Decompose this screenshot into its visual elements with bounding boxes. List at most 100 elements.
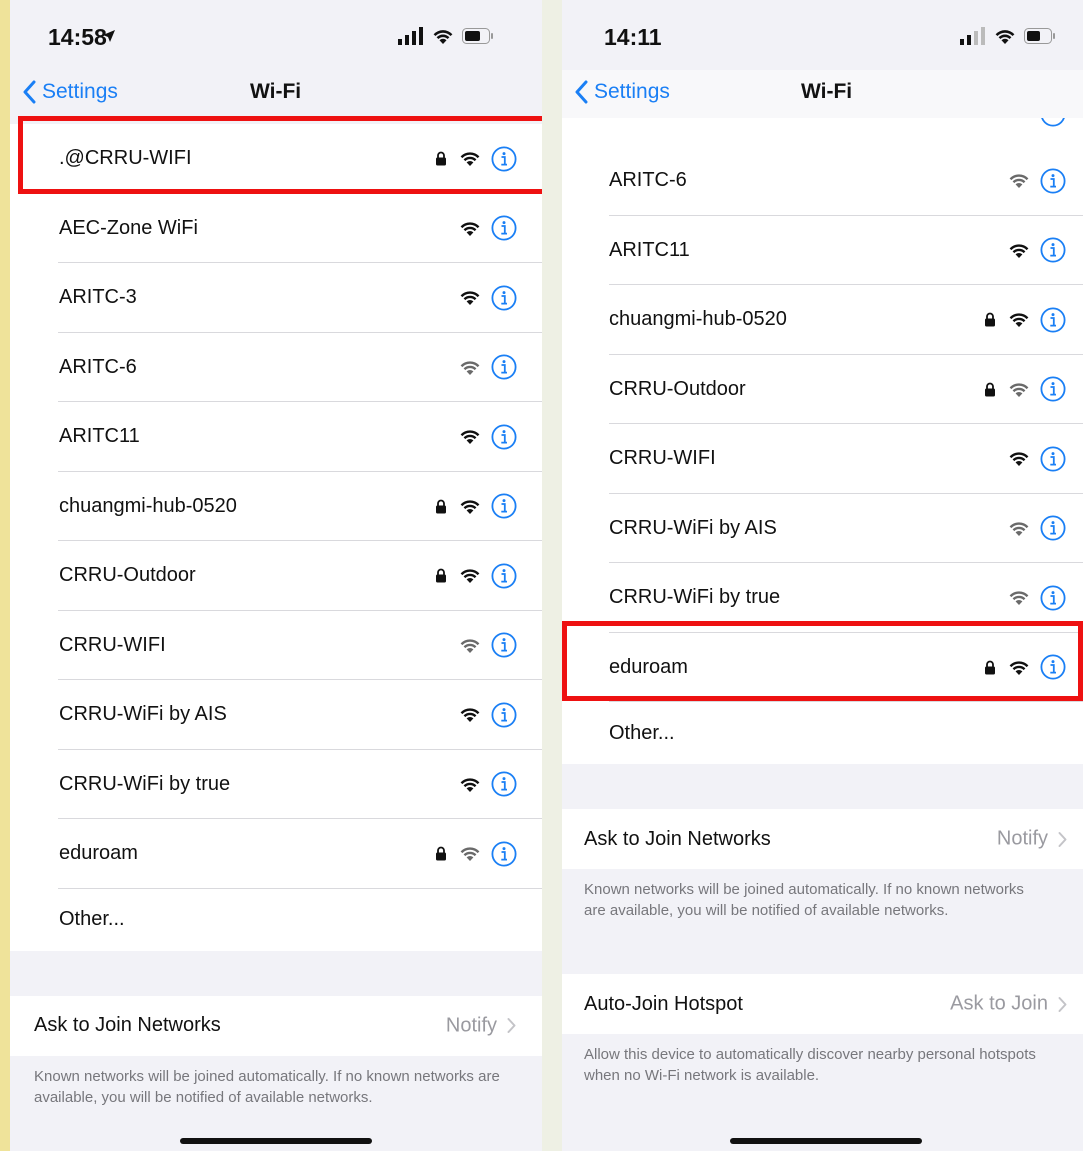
network-name: CRRU-WiFi by true <box>609 586 781 609</box>
ask-to-join-value-text: Notify <box>445 1014 497 1036</box>
ask-to-join-row[interactable]: Ask to Join Networks Notify <box>562 809 1083 869</box>
battery-icon <box>1024 28 1055 44</box>
network-name: ARITC11 <box>59 425 140 448</box>
back-button[interactable]: Settings <box>574 80 670 104</box>
section-gap <box>10 950 542 996</box>
wifi-icon <box>460 569 480 584</box>
network-name: AEC-Zone WiFi <box>59 216 198 239</box>
network-name: eduroam <box>59 842 138 865</box>
back-button[interactable]: Settings <box>22 80 118 104</box>
lock-icon <box>436 846 446 861</box>
network-row[interactable]: CRRU-Outdoor <box>10 541 542 611</box>
network-row-icons <box>459 702 517 728</box>
info-icon[interactable] <box>1040 237 1066 263</box>
network-row-icons <box>459 771 517 797</box>
wifi-status-icon <box>433 30 453 44</box>
lock-icon <box>436 568 446 583</box>
network-row[interactable]: CRRU-WIFI <box>10 611 542 680</box>
network-row[interactable]: ARITC-6 <box>562 146 1083 216</box>
info-icon[interactable] <box>1040 585 1066 611</box>
chevron-right-icon <box>1058 831 1067 847</box>
info-icon[interactable] <box>491 146 517 172</box>
info-icon[interactable] <box>491 841 517 867</box>
info-icon[interactable] <box>491 215 517 241</box>
network-row[interactable]: .@CRRU-WIFI <box>10 124 542 194</box>
info-icon[interactable] <box>1040 376 1066 402</box>
info-icon[interactable] <box>1040 446 1066 472</box>
other-network-label: Other... <box>59 908 125 930</box>
other-network-row[interactable]: Other... <box>10 889 542 951</box>
info-icon[interactable] <box>491 493 517 519</box>
network-row-icons <box>459 354 517 380</box>
info-icon[interactable] <box>491 285 517 311</box>
info-icon[interactable] <box>491 771 517 797</box>
network-name: CRRU-Outdoor <box>59 564 196 587</box>
page-title: Wi-Fi <box>801 80 853 103</box>
network-list: .@CRRU-WIFI AEC-Zone WiFi ARITC-3 ARITC-6 AR… <box>10 124 542 1151</box>
network-name: CRRU-WiFi by AIS <box>609 516 777 539</box>
network-row-icons <box>984 654 1066 680</box>
network-name: CRRU-WIFI <box>59 633 166 656</box>
wifi-icon <box>460 778 480 792</box>
info-icon[interactable] <box>1040 654 1066 680</box>
network-row-icons <box>1008 515 1066 541</box>
network-row[interactable]: chuangmi-hub-0520 <box>10 472 542 541</box>
network-row[interactable]: eduroam <box>562 633 1083 702</box>
ask-to-join-row[interactable]: Ask to Join Networks Notify <box>10 995 542 1056</box>
network-row[interactable]: CRRU-Outdoor <box>562 355 1083 424</box>
auto-join-hotspot-value-text: Ask to Join <box>950 992 1048 1015</box>
cellular-signal-icon <box>960 27 985 45</box>
network-row-icons <box>1008 237 1066 263</box>
wifi-icon <box>460 361 480 375</box>
ask-to-join-value-text: Notify <box>996 827 1048 850</box>
network-row-icons <box>435 493 517 519</box>
location-arrow-icon <box>103 30 115 42</box>
lock-icon <box>436 151 446 166</box>
info-icon <box>1041 118 1065 127</box>
info-icon[interactable] <box>491 563 517 589</box>
network-row-icons <box>984 376 1066 402</box>
info-icon[interactable] <box>1040 168 1066 194</box>
wifi-icon <box>1009 522 1029 536</box>
network-row[interactable]: ARITC11 <box>10 402 542 472</box>
ask-to-join-label: Ask to Join Networks <box>34 1014 221 1036</box>
network-row[interactable]: CRRU-WiFi by AIS <box>562 494 1083 563</box>
back-label: Settings <box>594 80 670 103</box>
network-row-icons <box>459 632 517 658</box>
network-row[interactable]: CRRU-WIFI <box>562 424 1083 494</box>
scrolled-row-fragment <box>562 118 1083 146</box>
network-row[interactable]: eduroam <box>10 819 542 889</box>
ask-to-join-footnote: Known networks will be joined automatica… <box>562 869 1083 974</box>
info-icon[interactable] <box>491 424 517 450</box>
auto-join-hotspot-row[interactable]: Auto-Join Hotspot Ask to Join <box>562 974 1083 1034</box>
wifi-icon <box>1009 174 1029 189</box>
network-row[interactable]: ARITC-3 <box>10 263 542 333</box>
network-row[interactable]: ARITC11 <box>562 216 1083 285</box>
network-row[interactable]: ARITC-6 <box>10 333 542 402</box>
auto-join-hotspot-label: Auto-Join Hotspot <box>584 992 743 1015</box>
other-network-row[interactable]: Other... <box>562 702 1083 764</box>
network-row[interactable]: CRRU-WiFi by true <box>562 563 1083 633</box>
nav-bar: Settings Wi-Fi <box>562 70 1083 118</box>
network-row-icons <box>459 424 517 450</box>
network-row[interactable]: AEC-Zone WiFi <box>10 194 542 263</box>
network-name: ARITC-6 <box>59 355 137 378</box>
ask-to-join-value: Notify <box>997 828 1067 851</box>
nav-bar: Settings Wi-Fi <box>10 70 542 118</box>
network-row[interactable]: CRRU-WiFi by true <box>10 750 542 819</box>
lock-icon <box>985 312 995 327</box>
network-row-icons <box>1008 168 1066 194</box>
network-row[interactable]: chuangmi-hub-0520 <box>562 285 1083 355</box>
info-icon[interactable] <box>491 354 517 380</box>
info-icon[interactable] <box>1040 515 1066 541</box>
wifi-icon <box>460 500 480 514</box>
info-icon[interactable] <box>491 632 517 658</box>
network-row[interactable]: CRRU-WiFi by AIS <box>10 680 542 750</box>
status-time: 14:11 <box>604 24 662 50</box>
info-icon[interactable] <box>1040 307 1066 333</box>
phone-screen-right: 14:11 Settings Wi-Fi ARITC-6 ARITC11 chuan… <box>562 0 1083 1151</box>
info-icon[interactable] <box>491 702 517 728</box>
ask-to-join-footnote: Known networks will be joined automatica… <box>10 1055 542 1151</box>
network-name: .@CRRU-WIFI <box>59 147 192 170</box>
home-indicator <box>180 1138 372 1144</box>
